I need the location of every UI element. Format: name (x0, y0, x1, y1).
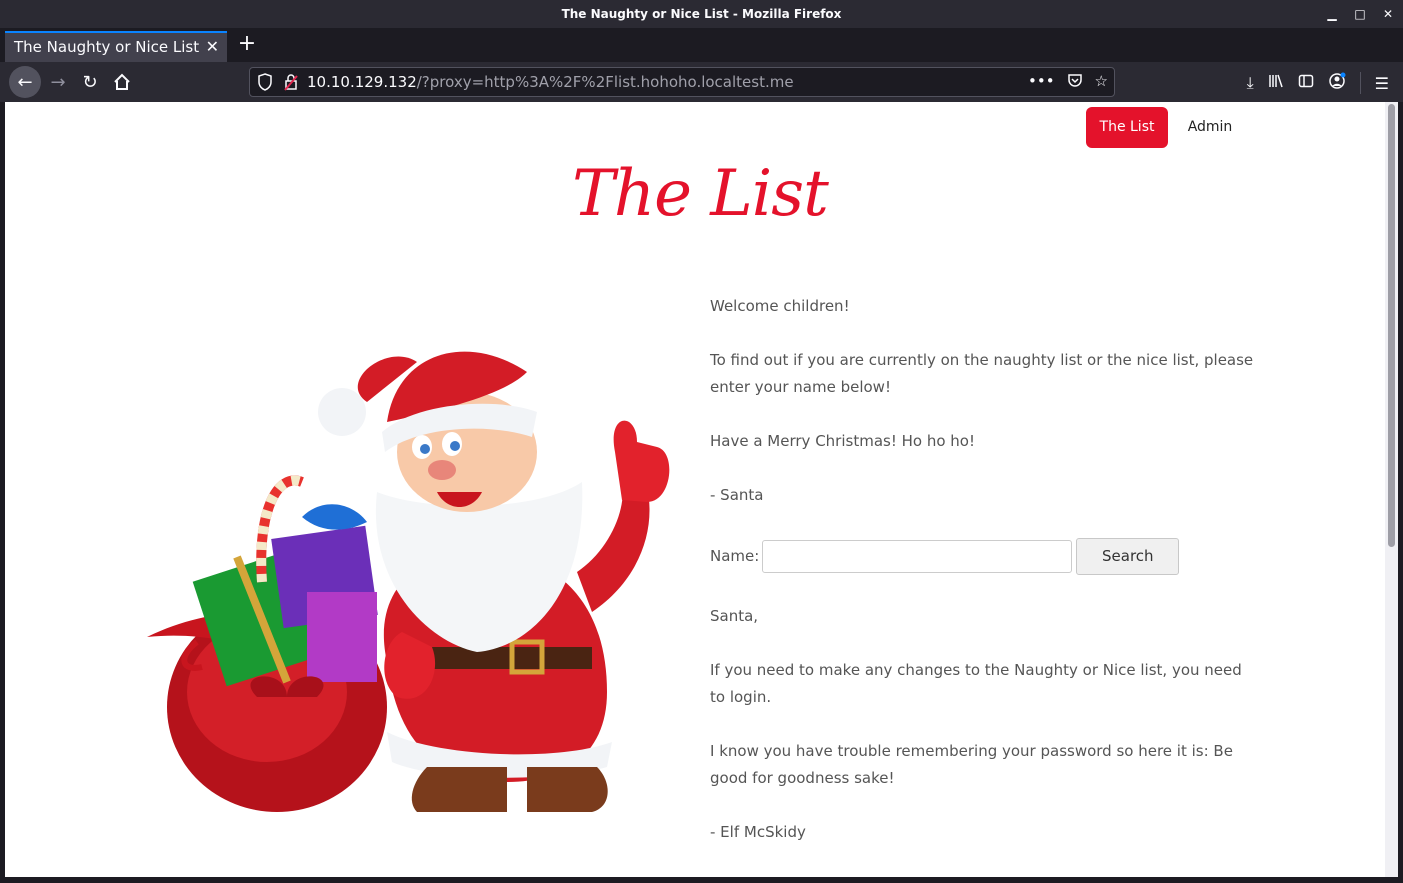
greeting-text: Have a Merry Christmas! Ho ho ho! (710, 432, 975, 450)
window-titlebar: The Naughty or Nice List - Mozilla Firef… (0, 0, 1403, 28)
insecure-lock-icon[interactable] (284, 73, 298, 95)
forward-icon[interactable]: → (42, 66, 74, 98)
url-actions: ••• ☆ (1028, 72, 1108, 92)
page-viewport: The List Admin The List Welcome children… (5, 102, 1385, 877)
scrollbar-thumb[interactable] (1388, 104, 1395, 547)
account-icon[interactable] (1328, 72, 1346, 94)
new-tab-icon[interactable]: + (236, 31, 258, 56)
window-controls: ▁ □ ✕ (1325, 0, 1395, 28)
url-text: 10.10.129.132/?proxy=http%3A%2F%2Flist.h… (307, 73, 794, 91)
nav-admin[interactable]: Admin (1175, 107, 1245, 148)
note-password-text: I know you have trouble remembering your… (710, 742, 1233, 787)
tab-strip: The Naughty or Nice List ✕ + (0, 28, 1403, 62)
url-path: /?proxy=http%3A%2F%2Flist.hohoho.localte… (416, 73, 794, 91)
search-button[interactable]: Search (1076, 537, 1180, 575)
tab-active[interactable]: The Naughty or Nice List ✕ (5, 31, 227, 62)
navigation-toolbar: ← → ↻ 10.10.129.132/?proxy=http%3A%2F%2F… (0, 62, 1403, 102)
toolbar-right: ⤓ ☰ (1247, 72, 1389, 94)
close-icon[interactable]: ✕ (1381, 0, 1395, 28)
page-title: The List (572, 157, 829, 231)
note-salutation: Santa, (710, 607, 759, 625)
download-icon[interactable]: ⤓ (1247, 73, 1254, 93)
welcome-text: Welcome children! (710, 297, 850, 315)
pocket-icon[interactable] (1067, 72, 1083, 92)
bookmark-star-icon[interactable]: ☆ (1095, 72, 1108, 92)
name-input[interactable] (762, 539, 1073, 573)
page-scrollbar[interactable] (1385, 102, 1398, 877)
window-title: The Naughty or Nice List - Mozilla Firef… (561, 7, 842, 21)
library-icon[interactable] (1268, 73, 1284, 93)
back-icon[interactable]: ← (9, 66, 41, 98)
shield-icon[interactable] (258, 73, 272, 95)
signature-santa: - Santa (710, 486, 764, 504)
window-bottom-border (0, 877, 1403, 883)
reload-icon[interactable]: ↻ (74, 66, 106, 98)
page-content: Welcome children! To find out if you are… (710, 293, 1255, 873)
maximize-icon[interactable]: □ (1353, 0, 1367, 28)
nav-the-list[interactable]: The List (1086, 107, 1168, 148)
url-bar[interactable]: 10.10.129.132/?proxy=http%3A%2F%2Flist.h… (249, 67, 1115, 97)
signature-elf: - Elf McSkidy (710, 823, 806, 841)
url-host: 10.10.129.132 (307, 73, 417, 91)
search-form: Name: Search (710, 536, 1255, 576)
menu-icon[interactable]: ☰ (1375, 74, 1389, 93)
note-login-text: If you need to make any changes to the N… (710, 661, 1242, 706)
name-label: Name: (710, 546, 760, 565)
minimize-icon[interactable]: ▁ (1325, 0, 1339, 28)
home-icon[interactable] (106, 66, 138, 98)
toolbar-separator (1359, 72, 1361, 94)
instruction-text: To find out if you are currently on the … (710, 351, 1254, 396)
tab-title: The Naughty or Nice List (14, 38, 200, 56)
santa-illustration (147, 351, 670, 812)
tab-close-icon[interactable]: ✕ (206, 37, 219, 56)
sidebar-icon[interactable] (1298, 73, 1314, 93)
more-icon[interactable]: ••• (1028, 72, 1055, 92)
